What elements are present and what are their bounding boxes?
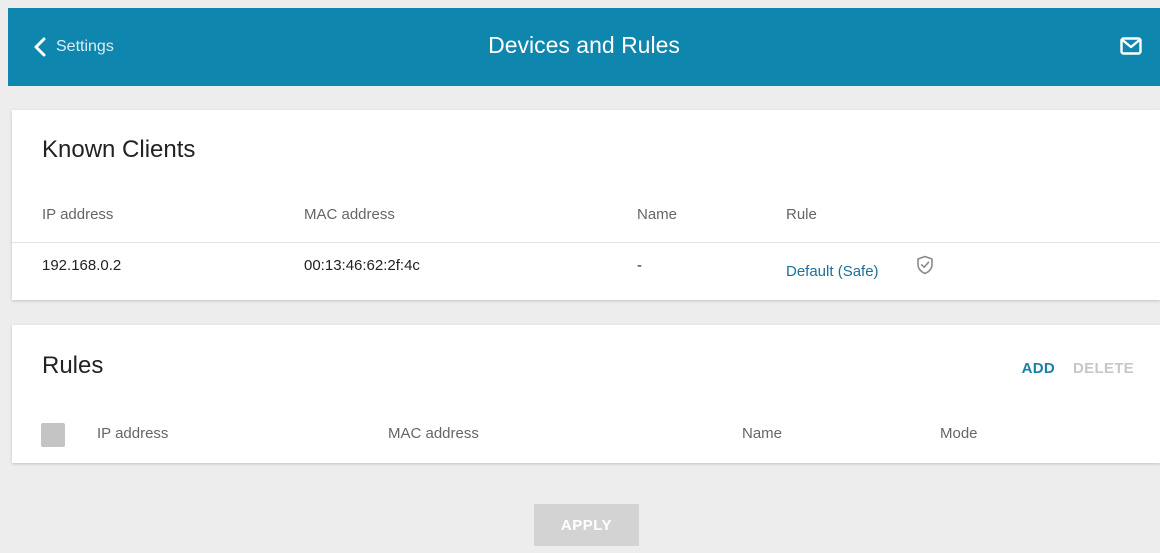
column-header-name: Name xyxy=(637,206,678,223)
delete-button[interactable]: DELETE xyxy=(1073,360,1134,377)
column-header-rule: Rule xyxy=(786,206,817,223)
column-header-ip: IP address xyxy=(42,206,114,223)
rule-link[interactable]: Default (Safe) xyxy=(786,263,879,280)
column-header-name: Name xyxy=(742,425,783,442)
column-header-mac: MAC address xyxy=(304,206,395,223)
row-divider xyxy=(12,242,1160,243)
rules-title: Rules xyxy=(42,352,104,379)
known-clients-title: Known Clients xyxy=(42,136,196,163)
known-clients-card: Known Clients IP address MAC address Nam… xyxy=(12,110,1160,300)
column-header-ip: IP address xyxy=(97,425,169,442)
select-all-checkbox[interactable] xyxy=(41,423,65,447)
top-bar: Settings Devices and Rules xyxy=(8,8,1160,86)
apply-button[interactable]: APPLY xyxy=(534,504,639,546)
cell-mac: 00:13:46:62:2f:4c xyxy=(304,257,420,274)
page-title: Devices and Rules xyxy=(488,32,680,58)
column-header-mac: MAC address xyxy=(388,425,479,442)
shield-check-icon xyxy=(917,255,933,275)
mail-icon[interactable] xyxy=(1120,37,1142,60)
column-header-mode: Mode xyxy=(940,425,978,442)
rules-card: Rules ADD DELETE IP address MAC address … xyxy=(12,325,1160,463)
cell-name: - xyxy=(637,257,642,274)
add-button[interactable]: ADD xyxy=(1022,360,1055,377)
rules-actions: ADD DELETE xyxy=(1022,360,1134,377)
cell-ip: 192.168.0.2 xyxy=(42,257,122,274)
